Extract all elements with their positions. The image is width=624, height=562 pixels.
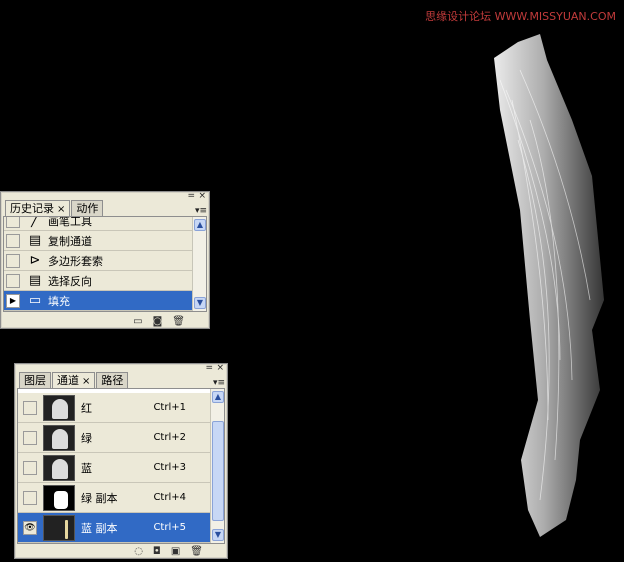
channel-name: 蓝 副本 xyxy=(81,521,118,535)
tab-label: 图层 xyxy=(24,374,46,387)
channel-thumbnail xyxy=(43,454,75,481)
document-icon: ▤ xyxy=(28,273,42,288)
polygon-lasso-icon: ⊳ xyxy=(29,253,41,268)
history-scrollbar[interactable]: ▲ ▼ xyxy=(192,217,206,311)
channel-thumbnail xyxy=(43,424,75,451)
new-channel-icon[interactable]: ▣ xyxy=(171,546,180,557)
history-item[interactable]: ▶ ▭ 填充 xyxy=(4,291,192,311)
panel-minimize-button[interactable]: = xyxy=(205,363,213,373)
channels-panel: = × 图层 通道 × 路径 ▾≡ 红 Ctrl+1 绿 Ctrl+2 蓝 Ctrl+3 绿 副本… xyxy=(14,363,228,559)
tab-close-icon[interactable]: × xyxy=(57,204,65,215)
history-snapshot-checkbox[interactable] xyxy=(6,273,20,288)
visibility-toggle[interactable] xyxy=(23,430,37,445)
scroll-down-button[interactable]: ▼ xyxy=(212,529,224,541)
history-snapshot-checkbox[interactable] xyxy=(6,217,20,228)
history-snapshot-checkbox[interactable] xyxy=(6,233,20,248)
visibility-toggle[interactable] xyxy=(23,400,37,415)
fill-icon: ▭ xyxy=(28,293,42,308)
document-icon: ▤ xyxy=(28,233,42,248)
channels-list: 红 Ctrl+1 绿 Ctrl+2 蓝 Ctrl+3 绿 副本 Ctrl+4 👁 蓝 副本 Ctrl… xyxy=(17,388,225,544)
history-snapshot-checkbox[interactable]: ▶ xyxy=(6,293,20,308)
tab-label: 通道 xyxy=(57,374,79,387)
camera-icon[interactable]: ◙ xyxy=(153,316,163,327)
tab-channels-2[interactable]: 路径 xyxy=(96,372,129,388)
channel-thumbnail xyxy=(43,394,75,421)
history-item[interactable]: ▤ 复制通道 xyxy=(4,231,192,251)
channel-row[interactable]: 👁 蓝 副本 Ctrl+5 xyxy=(18,513,210,543)
brush-icon: ╱ xyxy=(31,216,39,228)
visibility-toggle[interactable] xyxy=(23,490,37,505)
history-tabs: 历史记录 × 动作 xyxy=(5,200,104,216)
load-selection-icon[interactable]: ◌ xyxy=(134,546,143,557)
history-item[interactable]: ╱ 画笔工具 xyxy=(4,216,192,231)
scroll-up-button[interactable]: ▲ xyxy=(194,219,206,231)
channel-name: 红 xyxy=(81,401,92,415)
panel-menu-button[interactable]: ▾≡ xyxy=(213,378,225,388)
history-item-label: 画笔工具 xyxy=(48,216,92,228)
channel-shortcut: Ctrl+5 xyxy=(153,522,186,533)
panel-minimize-button[interactable]: = xyxy=(187,191,195,201)
panel-close-button[interactable]: × xyxy=(198,191,206,201)
channel-shortcut: Ctrl+2 xyxy=(153,432,186,443)
history-item-label: 选择反向 xyxy=(48,274,92,288)
tab-label: 历史记录 xyxy=(10,202,54,215)
history-item-label: 复制通道 xyxy=(48,234,92,248)
scroll-up-button[interactable]: ▲ xyxy=(212,391,224,403)
history-item[interactable]: ⊳ 多边形套索 xyxy=(4,251,192,271)
history-snapshot-checkbox[interactable] xyxy=(6,253,20,268)
save-selection-icon[interactable]: ◘ xyxy=(153,546,161,557)
panel-menu-button[interactable]: ▾≡ xyxy=(195,206,207,216)
panel-close-button[interactable]: × xyxy=(216,363,224,373)
channel-thumbnail xyxy=(43,514,75,541)
scroll-down-button[interactable]: ▼ xyxy=(194,297,206,309)
channel-thumbnail xyxy=(43,484,75,511)
history-panel: = × 历史记录 × 动作 ▾≡ ╱ 画笔工具 ▤ 复制通道 ⊳ 多边形套索 ▤ 选择反向 ▶ ▭ 填充… xyxy=(0,191,210,329)
channels-tabs: 图层 通道 × 路径 xyxy=(19,372,129,388)
trash-icon[interactable]: 🗑 xyxy=(190,546,203,557)
channel-name: 绿 副本 xyxy=(81,491,118,505)
history-item-label: 填充 xyxy=(48,294,70,308)
trash-icon[interactable]: 🗑 xyxy=(172,316,185,327)
new-document-icon[interactable]: ▭ xyxy=(133,316,142,327)
channel-name: 绿 xyxy=(81,431,92,445)
channel-row[interactable]: 蓝 Ctrl+3 xyxy=(18,453,210,483)
channel-shortcut: Ctrl+4 xyxy=(153,492,186,503)
channels-scrollbar[interactable]: ▲ ▼ xyxy=(210,389,224,543)
channel-row[interactable]: 绿 Ctrl+2 xyxy=(18,423,210,453)
channel-shortcut: Ctrl+3 xyxy=(153,462,186,473)
tab-history-1[interactable]: 动作 xyxy=(71,200,104,216)
tab-close-icon[interactable]: × xyxy=(82,376,90,387)
channel-row[interactable]: 红 Ctrl+1 xyxy=(18,393,210,423)
visibility-toggle[interactable] xyxy=(23,460,37,475)
tab-label: 动作 xyxy=(76,202,99,215)
history-footer: ▭ ◙ 🗑 xyxy=(1,313,209,329)
channel-row[interactable]: 绿 副本 Ctrl+4 xyxy=(18,483,210,513)
scroll-thumb[interactable] xyxy=(212,421,224,521)
channels-footer: ◌ ◘ ▣ 🗑 xyxy=(15,543,227,559)
tab-history-0[interactable]: 历史记录 × xyxy=(5,200,71,216)
tab-channels-0[interactable]: 图层 xyxy=(19,372,51,388)
channel-shortcut: Ctrl+1 xyxy=(153,402,186,413)
history-item-label: 多边形套索 xyxy=(48,254,103,268)
history-list: ╱ 画笔工具 ▤ 复制通道 ⊳ 多边形套索 ▤ 选择反向 ▶ ▭ 填充 ▲ ▼ xyxy=(3,216,207,312)
eye-icon[interactable]: 👁 xyxy=(23,520,37,535)
channel-name: 蓝 xyxy=(81,461,92,475)
tab-channels-1[interactable]: 通道 × xyxy=(52,372,96,388)
tab-label: 路径 xyxy=(101,374,124,387)
history-item[interactable]: ▤ 选择反向 xyxy=(4,271,192,291)
